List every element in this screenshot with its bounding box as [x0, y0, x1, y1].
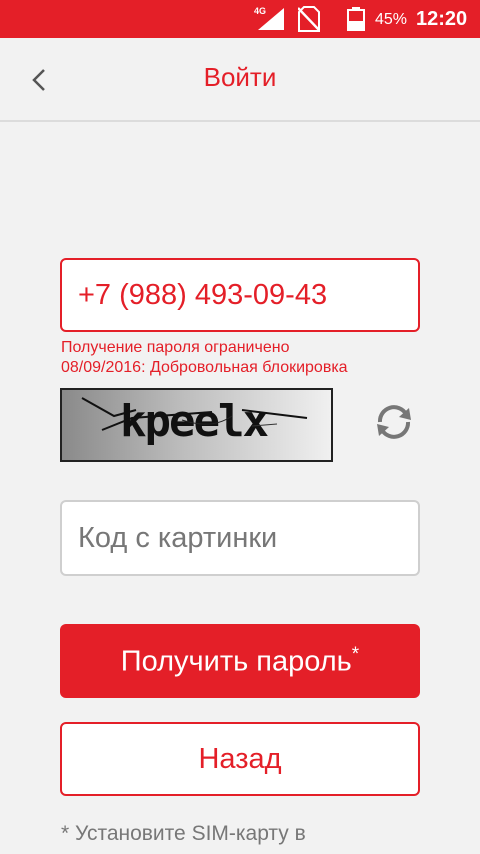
footnote-marker: *	[351, 643, 360, 665]
captcha-code-input[interactable]	[60, 500, 420, 576]
battery-percent: 45%	[375, 11, 408, 28]
get-password-label: Получить пароль	[120, 645, 352, 678]
app-bar: Войти	[0, 38, 480, 122]
captcha-noise-lines	[81, 397, 308, 431]
status-bar: 4G 45% 12:20	[0, 0, 480, 38]
refresh-icon[interactable]	[372, 400, 416, 444]
battery-icon	[347, 7, 365, 31]
clock: 12:20	[416, 8, 468, 30]
captcha-image: kpeelx	[60, 388, 333, 462]
sim-card-footnote: * Установите SIM-карту в	[61, 822, 306, 845]
phone-number-field[interactable]	[60, 258, 420, 332]
back-button[interactable]: Назад	[60, 722, 420, 796]
error-line-block: 08/09/2016: Добровольная блокировка	[61, 359, 348, 376]
signal-icon	[258, 8, 284, 30]
error-line-limit: Получение пароля ограничено	[61, 339, 290, 356]
error-message: Получение пароля ограничено 08/09/2016: …	[61, 338, 441, 378]
no-sim-icon	[298, 6, 320, 32]
page-title: Войти	[203, 62, 277, 92]
get-password-button[interactable]: Получить пароль*	[60, 624, 420, 698]
